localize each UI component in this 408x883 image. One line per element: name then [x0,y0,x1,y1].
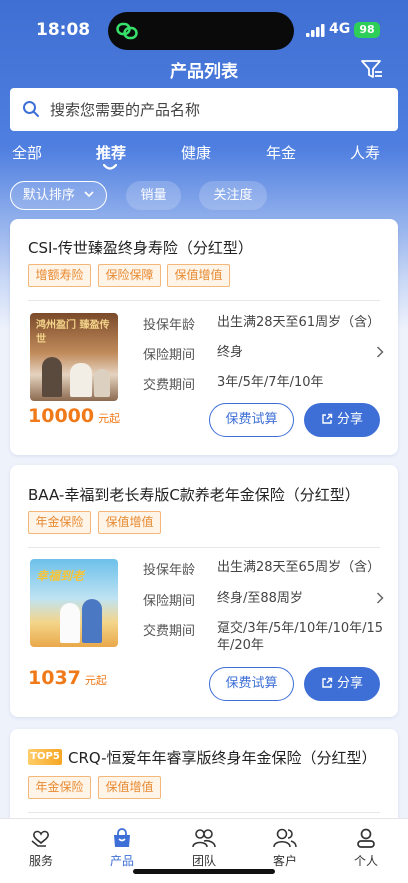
tab-health[interactable]: 健康 [181,142,211,163]
product-image: 鸿州盈门 臻盈传世 [30,313,118,401]
tabbar-service[interactable]: 服务 [11,827,71,869]
product-tag: 保值增值 [167,264,230,287]
tabbar-label: 团队 [191,854,216,868]
customer-icon [273,828,297,848]
battery-indicator: 98 [354,22,380,38]
age-value: 出生满28天至61周岁（含） [217,315,381,330]
sort-sales[interactable]: 销量 [126,181,181,210]
tab-annuity[interactable]: 年金 [266,142,296,163]
product-tag: 年金保险 [28,511,91,534]
tabbar-customers[interactable]: 客户 [255,827,315,869]
tabbar-label: 产品 [109,854,134,868]
product-tag: 保值增值 [98,776,161,799]
premium-trial-button[interactable]: 保费试算 [209,403,294,437]
product-tag: 年金保险 [28,776,91,799]
search-input[interactable] [50,88,380,131]
period-value: 终身/至88周岁 [217,591,303,606]
team-icon [192,829,216,848]
payment-value-line2: 年/20年 [217,638,264,653]
product-image-caption: 鸿州盈门 臻盈传世 [36,320,110,345]
person-icon [357,828,375,848]
status-bar: 18:08 4G 98 [0,0,408,56]
bag-icon [114,828,130,847]
product-card[interactable]: CSI-传世臻盈终身寿险（分红型） 增额寿险 保险保障 保值增值 鸿州盈门 臻盈… [10,219,398,455]
payment-label: 交费期间 [143,378,196,393]
payment-label: 交费期间 [143,624,196,639]
tab-life[interactable]: 人寿 [350,142,380,163]
product-tag: 保值增值 [98,511,161,534]
product-card[interactable]: TOP5 CRQ-恒爱年年睿享版终身年金保险（分红型） 年金保险 保值增值 [10,729,398,829]
dynamic-island [108,12,294,50]
payment-value: 3年/5年/7年/10年 [217,375,324,390]
search-bar[interactable] [10,88,398,131]
product-title: BAA-幸福到老长寿版C款养老年金保险（分红型） [28,486,360,504]
network-label: 4G [329,21,351,37]
rank-badge: TOP5 [28,749,62,765]
age-label: 投保年龄 [143,318,196,333]
tab-all[interactable]: 全部 [12,142,42,163]
sort-chips: 默认排序 销量 关注度 [0,181,408,211]
tabbar-profile[interactable]: 个人 [336,827,396,869]
link-icon [116,22,138,40]
period-label: 保险期间 [143,348,196,363]
share-button[interactable]: 分享 [304,403,380,437]
divider [28,812,380,813]
product-title: CRQ-恒爱年年睿享版终身年金保险（分红型） [68,749,377,767]
share-button[interactable]: 分享 [304,667,380,701]
price-unit: 元起 [84,674,107,687]
category-tabs: 全部 推荐 健康 年金 人寿 [0,142,408,172]
signal-icon [306,24,325,37]
premium-trial-button[interactable]: 保费试算 [209,667,294,701]
age-label: 投保年龄 [143,563,196,578]
page-title: 产品列表 [170,62,238,82]
price: 1037 元起 [28,667,107,689]
home-indicator [133,869,275,874]
heart-hands-icon [31,830,49,847]
share-icon [322,677,333,688]
chevron-right-icon[interactable] [376,346,384,358]
tabbar-label: 个人 [353,854,378,868]
tabbar-team[interactable]: 团队 [174,827,234,869]
status-time: 18:08 [36,20,91,40]
product-card[interactable]: BAA-幸福到老长寿版C款养老年金保险（分红型） 年金保险 保值增值 幸福到老 … [10,465,398,717]
payment-value-line1: 趸交/3年/5年/10年/10年/15 [217,621,384,636]
divider [28,300,380,301]
tabbar-products[interactable]: 产品 [92,827,152,869]
chevron-down-icon [84,191,94,198]
product-image: 幸福到老 [30,559,118,647]
price-value: 10000 [28,405,95,427]
share-label: 分享 [336,412,363,427]
sort-popularity[interactable]: 关注度 [199,181,267,210]
share-label: 分享 [336,676,363,691]
divider [28,547,380,548]
price: 10000 元起 [28,405,120,427]
sort-default-label: 默认排序 [22,188,75,203]
tabbar-label: 服务 [28,854,53,868]
chevron-right-icon[interactable] [376,592,384,604]
active-tab-indicator [103,164,117,170]
search-icon [23,101,39,117]
period-value: 终身 [217,345,244,360]
share-icon [322,413,333,424]
product-tag: 保险保障 [98,264,161,287]
product-title: CSI-传世臻盈终身寿险（分红型） [28,239,253,257]
age-value: 出生满28天至65周岁（含） [217,560,381,575]
product-tag: 增额寿险 [28,264,91,287]
period-label: 保险期间 [143,594,196,609]
price-unit: 元起 [98,412,121,425]
filter-icon[interactable] [360,58,384,80]
product-image-caption: 幸福到老 [36,569,85,583]
price-value: 1037 [28,667,81,689]
tab-recommended[interactable]: 推荐 [96,142,126,163]
tabbar-label: 客户 [272,854,297,868]
sort-default-dropdown[interactable]: 默认排序 [10,181,107,210]
